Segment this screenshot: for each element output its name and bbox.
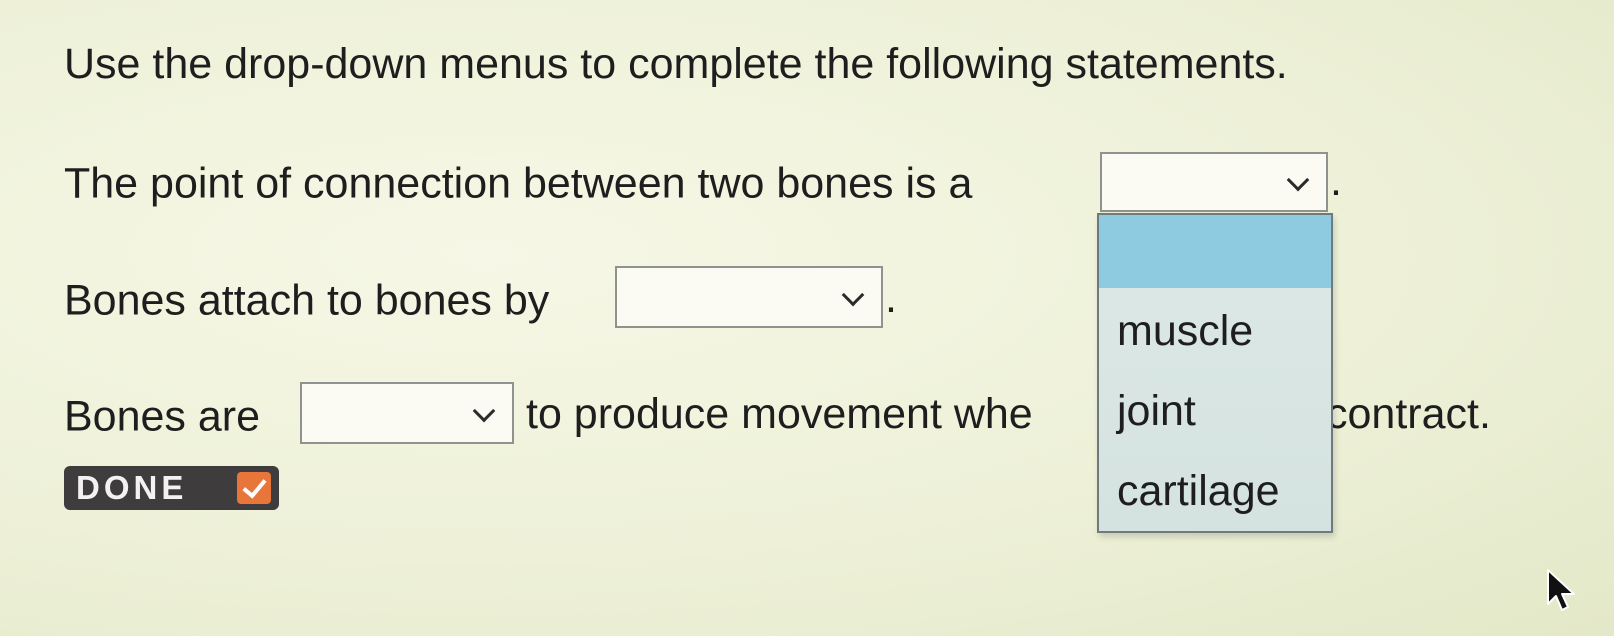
done-button[interactable]: DONE — [64, 466, 279, 510]
checkmark-icon — [237, 472, 271, 504]
statement-1-after: . — [1330, 157, 1342, 205]
statement-3-text: Bones are — [64, 388, 260, 443]
statement-2-before: Bones attach to bones by — [64, 276, 550, 325]
dropdown-option-joint[interactable]: joint — [1117, 385, 1196, 437]
chevron-down-icon — [841, 283, 865, 307]
dropdown-option-cartilage[interactable]: cartilage — [1117, 465, 1280, 517]
dropdown-options-list[interactable]: muscle joint cartilage — [1097, 213, 1333, 533]
statement-3-select[interactable] — [300, 382, 514, 444]
statement-3-before: Bones are — [64, 392, 261, 441]
done-button-label: DONE — [76, 469, 188, 506]
statement-1-text: The point of connection between two bone… — [64, 155, 972, 210]
statement-1-select[interactable] — [1100, 152, 1328, 212]
chevron-down-icon — [1286, 168, 1310, 192]
mouse-pointer-icon — [1547, 569, 1575, 611]
statement-3-end: contract. — [1326, 390, 1491, 438]
statement-2-text: Bones attach to bones by — [64, 272, 549, 327]
chevron-down-icon — [472, 399, 496, 423]
statement-2-select[interactable] — [615, 266, 883, 328]
dropdown-option-muscle[interactable]: muscle — [1117, 305, 1253, 357]
dropdown-option-blank-highlighted[interactable] — [1099, 215, 1331, 288]
instructions-text: Use the drop-down menus to complete the … — [64, 40, 1288, 88]
statement-1-before: The point of connection between two bone… — [64, 159, 973, 208]
statement-3-middle: to produce movement whe — [526, 390, 1033, 438]
quiz-page: Use the drop-down menus to complete the … — [0, 0, 1614, 636]
statement-2-after: . — [885, 274, 897, 322]
